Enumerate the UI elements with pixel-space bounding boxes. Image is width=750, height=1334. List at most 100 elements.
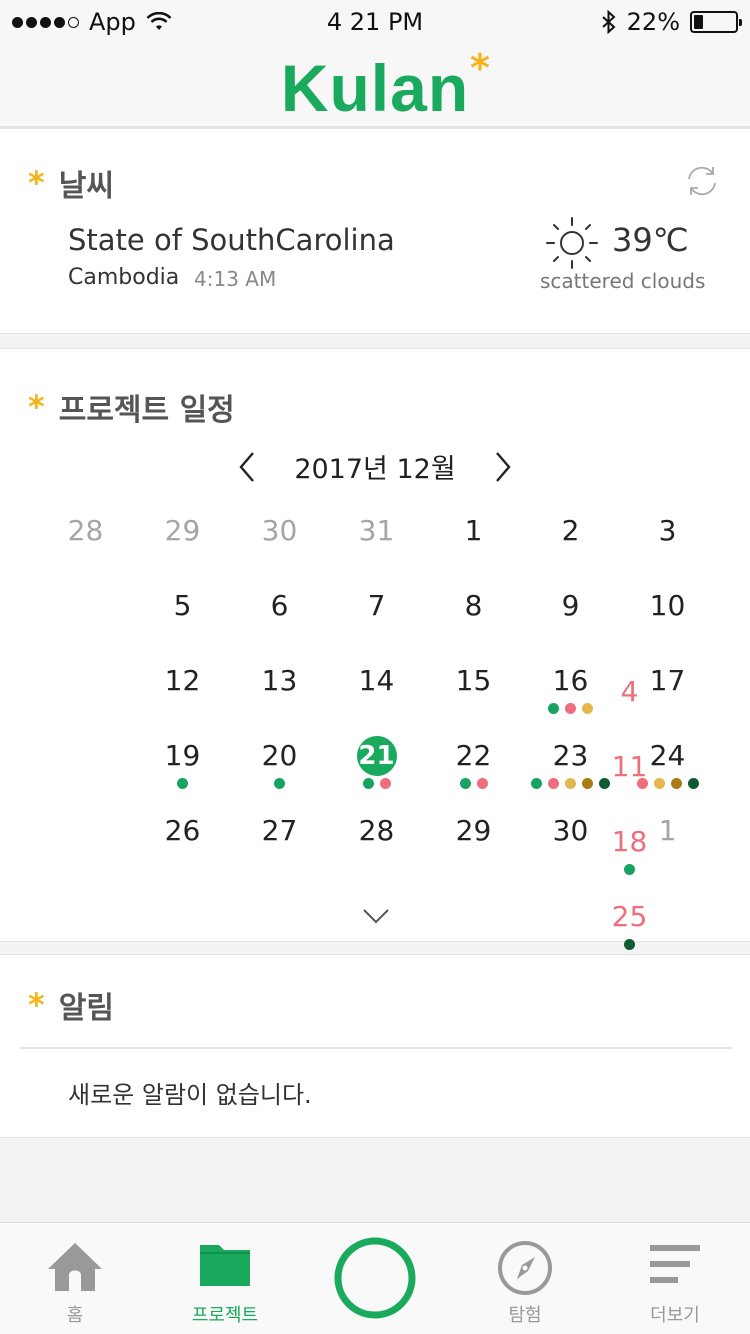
event-dots bbox=[425, 778, 522, 789]
event-dots bbox=[134, 778, 231, 789]
day-number: 9 bbox=[561, 589, 580, 622]
day-number: 26 bbox=[164, 814, 201, 847]
notification-card: * 알림 새로운 알람이 없습니다. bbox=[0, 954, 750, 1138]
calendar-grid: 28 29 30 31 1 2 3 4 5 6 7 8 9 10 11 12 13 14 15 16 17 18 19 20 2… bbox=[37, 497, 717, 950]
calendar-day[interactable]: 13 bbox=[231, 647, 328, 722]
day-number: 31 bbox=[358, 514, 395, 547]
logo-star-icon: * bbox=[470, 46, 490, 90]
calendar-day[interactable]: 8 bbox=[425, 572, 522, 647]
calendar-day[interactable]: 16 bbox=[522, 647, 619, 722]
calendar-day[interactable]: 28 bbox=[37, 497, 134, 572]
day-number: 14 bbox=[358, 664, 395, 697]
bluetooth-icon bbox=[601, 10, 616, 34]
day-number: 29 bbox=[164, 514, 201, 547]
day-number: 28 bbox=[67, 514, 104, 547]
calendar-day[interactable]: 29 bbox=[134, 497, 231, 572]
calendar-day[interactable]: 12 bbox=[134, 647, 231, 722]
calendar-week: 4 5 6 7 8 9 10 bbox=[37, 572, 717, 708]
calendar-day[interactable]: 5 bbox=[134, 572, 231, 647]
calendar-day[interactable]: 14 bbox=[328, 647, 425, 722]
folder-icon bbox=[200, 1245, 250, 1286]
calendar-day[interactable]: 24 bbox=[619, 722, 716, 797]
tab-center-action[interactable] bbox=[300, 1223, 450, 1334]
event-dot bbox=[362, 778, 374, 789]
tab-project[interactable]: 프로젝트 bbox=[150, 1223, 300, 1334]
day-number: 19 bbox=[164, 739, 201, 772]
calendar-day[interactable]: 17 bbox=[619, 647, 716, 722]
calendar-day[interactable]: 23 bbox=[522, 722, 619, 797]
weather-country: Cambodia bbox=[68, 265, 180, 290]
tab-more[interactable]: 더보기 bbox=[600, 1223, 750, 1334]
event-dots bbox=[231, 778, 328, 789]
event-dot bbox=[177, 778, 188, 789]
day-number: 30 bbox=[261, 514, 298, 547]
calendar-day-today[interactable]: 21 bbox=[328, 722, 425, 797]
event-dot bbox=[565, 703, 576, 714]
calendar-day[interactable]: 20 bbox=[231, 722, 328, 797]
calendar-day[interactable]: 31 bbox=[328, 497, 425, 572]
calendar-day[interactable]: 6 bbox=[231, 572, 328, 647]
event-dot bbox=[459, 778, 471, 789]
compass-icon bbox=[498, 1241, 552, 1295]
day-number: 13 bbox=[261, 664, 298, 697]
calendar-day[interactable]: 3 bbox=[619, 497, 716, 572]
calendar-day[interactable]: 2 bbox=[522, 497, 619, 572]
day-number: 1 bbox=[658, 814, 677, 847]
event-dots bbox=[581, 939, 678, 950]
event-dots bbox=[619, 778, 716, 789]
status-right: 22% bbox=[601, 8, 742, 36]
event-dot bbox=[599, 778, 610, 789]
calendar-day[interactable]: 15 bbox=[425, 647, 522, 722]
sun-icon bbox=[546, 217, 598, 269]
calendar-day[interactable]: 1 bbox=[619, 797, 716, 872]
tab-explore[interactable]: 탐험 bbox=[450, 1223, 600, 1334]
tab-home[interactable]: 홈 bbox=[0, 1223, 150, 1334]
event-dot bbox=[548, 778, 559, 789]
home-icon bbox=[48, 1243, 102, 1291]
weather-city: State of SouthCarolina bbox=[68, 223, 395, 257]
app-logo: Kulan bbox=[0, 50, 750, 126]
day-number: 29 bbox=[455, 814, 492, 847]
day-number: 8 bbox=[464, 589, 483, 622]
calendar-day[interactable]: 26 bbox=[134, 797, 231, 872]
event-dot bbox=[624, 939, 635, 950]
section-star-icon: * bbox=[28, 986, 45, 1024]
day-number: 17 bbox=[649, 664, 686, 697]
event-dot bbox=[274, 778, 285, 789]
calendar-day[interactable]: 30 bbox=[231, 497, 328, 572]
tab-bar: 홈 프로젝트 탐험 더보기 bbox=[0, 1222, 750, 1334]
battery-icon bbox=[690, 11, 742, 33]
weather-description: scattered clouds bbox=[540, 269, 706, 293]
tab-label: 프로젝트 bbox=[191, 1305, 259, 1326]
calendar-day[interactable]: 19 bbox=[134, 722, 231, 797]
chevron-right-icon[interactable] bbox=[492, 450, 514, 484]
refresh-icon[interactable] bbox=[684, 163, 720, 199]
event-dot bbox=[531, 778, 542, 789]
calendar-day[interactable]: 22 bbox=[425, 722, 522, 797]
calendar-day[interactable]: 1 bbox=[425, 497, 522, 572]
app-header: Kulan * bbox=[0, 46, 750, 128]
event-dots bbox=[328, 778, 425, 789]
calendar-day[interactable]: 10 bbox=[619, 572, 716, 647]
day-number: 1 bbox=[464, 514, 483, 547]
calendar-day[interactable]: 28 bbox=[328, 797, 425, 872]
schedule-card: * 프로젝트 일정 2017년 12월 28 29 30 31 1 2 3 4 5 6 7 8 9 10 1… bbox=[0, 348, 750, 950]
chevron-down-icon[interactable] bbox=[362, 907, 390, 925]
calendar-day[interactable]: 7 bbox=[328, 572, 425, 647]
day-number: 12 bbox=[164, 664, 201, 697]
day-number: 20 bbox=[261, 739, 298, 772]
day-number: 2 bbox=[561, 514, 580, 547]
event-dots bbox=[522, 703, 619, 714]
calendar-day[interactable]: 29 bbox=[425, 797, 522, 872]
weather-temperature: 39℃ bbox=[612, 221, 689, 259]
day-number: 23 bbox=[552, 739, 589, 772]
calendar-day[interactable]: 25 bbox=[581, 883, 678, 950]
calendar-day[interactable]: 27 bbox=[231, 797, 328, 872]
day-number: 6 bbox=[270, 589, 289, 622]
calendar-day[interactable]: 30 bbox=[522, 797, 619, 872]
calendar-day[interactable]: 9 bbox=[522, 572, 619, 647]
event-dot bbox=[582, 703, 593, 714]
status-bar: App 4 21 PM 22% bbox=[0, 0, 750, 46]
logo-text: Kulan bbox=[280, 51, 470, 125]
chevron-left-icon[interactable] bbox=[236, 450, 258, 484]
